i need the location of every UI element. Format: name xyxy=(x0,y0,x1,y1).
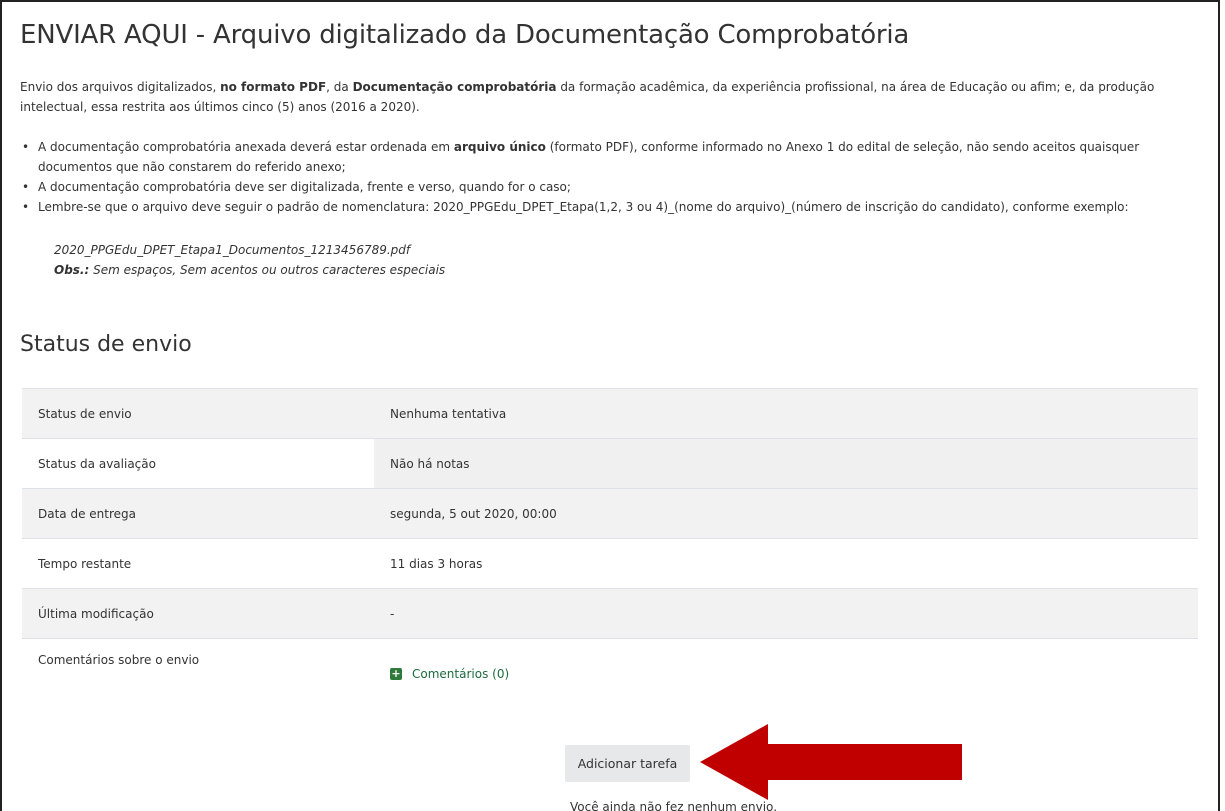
row-label: Última modificação xyxy=(22,588,374,639)
row-value: Nenhuma tentativa xyxy=(374,388,1198,439)
arrow-shape xyxy=(700,724,962,800)
intro-bold1: no formato PDF xyxy=(220,80,327,94)
row-value: - xyxy=(374,588,1198,639)
page-title: ENVIAR AQUI - Arquivo digitalizado da Do… xyxy=(20,20,910,50)
instruction-1-bold: arquivo único xyxy=(453,140,546,154)
example-filename: 2020_PPGEdu_DPET_Etapa1_Documentos_12134… xyxy=(54,243,411,257)
row-value: segunda, 5 out 2020, 00:00 xyxy=(374,488,1198,539)
instructions-list: A documentação comprobatória anexada dev… xyxy=(20,137,1210,217)
table-row: Status da avaliação Não há notas xyxy=(22,438,1198,489)
comments-link-label: Comentários (0) xyxy=(412,667,510,681)
instruction-item: A documentação comprobatória deve ser di… xyxy=(20,177,1210,197)
row-value: + Comentários (0) xyxy=(374,638,1198,722)
row-label: Comentários sobre o envio xyxy=(22,638,374,722)
comments-link[interactable]: + Comentários (0) xyxy=(390,667,509,681)
row-label: Tempo restante xyxy=(22,538,374,589)
intro-bold2: Documentação comprobatória xyxy=(352,80,557,94)
table-row: Status de envio Nenhuma tentativa xyxy=(22,388,1198,439)
submission-status-heading: Status de envio xyxy=(20,332,192,357)
row-label: Data de entrega xyxy=(22,488,374,539)
instruction-item: A documentação comprobatória anexada dev… xyxy=(20,137,1210,177)
page-frame: ENVIAR AQUI - Arquivo digitalizado da Do… xyxy=(0,0,1220,811)
row-label: Status da avaliação xyxy=(22,438,374,489)
intro-part2: , da xyxy=(326,80,353,94)
arrow-left-icon xyxy=(700,724,962,800)
table-row: Última modificação - xyxy=(22,588,1198,639)
row-value: Não há notas xyxy=(374,438,1198,489)
table-row: Tempo restante 11 dias 3 horas xyxy=(22,538,1198,589)
table-row: Data de entrega segunda, 5 out 2020, 00:… xyxy=(22,488,1198,539)
filename-example: 2020_PPGEdu_DPET_Etapa1_Documentos_12134… xyxy=(54,240,445,280)
submission-status-table: Status de envio Nenhuma tentativa Status… xyxy=(22,388,1198,722)
example-obs: Obs.: Sem espaços, Sem acentos ou outros… xyxy=(54,260,445,280)
instruction-item: Lembre-se que o arquivo deve seguir o pa… xyxy=(20,197,1210,217)
intro-text: Envio dos arquivos digitalizados, no for… xyxy=(20,77,1210,117)
row-value: 11 dias 3 horas xyxy=(374,538,1198,589)
add-submission-button[interactable]: Adicionar tarefa xyxy=(565,745,690,782)
table-row: Comentários sobre o envio + Comentários (… xyxy=(22,638,1198,722)
obs-label: Obs.: xyxy=(54,263,90,277)
row-label: Status de envio xyxy=(22,388,374,439)
obs-text: Sem espaços, Sem acentos ou outros carac… xyxy=(89,263,446,277)
instruction-1-part1: A documentação comprobatória anexada dev… xyxy=(38,140,454,154)
intro-part1: Envio dos arquivos digitalizados, xyxy=(20,80,221,94)
no-submission-text: Você ainda não fez nenhum envio. xyxy=(570,800,778,811)
plus-square-icon: + xyxy=(390,667,402,680)
